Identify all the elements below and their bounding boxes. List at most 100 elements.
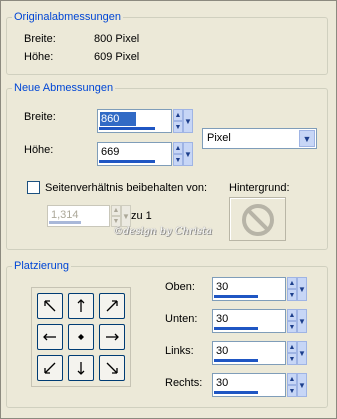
left-dropdown-button[interactable]: ▼ (297, 341, 307, 365)
arrow-down-icon: ▼ (112, 218, 120, 225)
bottom-down-button[interactable]: ▼ (287, 321, 297, 333)
left-up-button[interactable]: ▲ (287, 341, 297, 353)
chevron-down-icon: ▼ (184, 116, 192, 126)
aspect-ratio-up-button[interactable]: ▲ (111, 205, 121, 216)
center-dot-icon (78, 334, 84, 340)
chevron-down-icon: ▼ (298, 316, 306, 326)
right-dropdown-button[interactable]: ▼ (297, 373, 307, 397)
right-label: Rechts: (165, 377, 203, 389)
left-spinner[interactable]: ▲ ▼ ▼ (212, 341, 307, 365)
original-dimensions-group: Originalabmessungen Breite: 800 Pixel Hö… (6, 10, 328, 75)
canvas-size-dialog: Originalabmessungen Breite: 800 Pixel Hö… (0, 0, 337, 419)
new-width-slider[interactable] (99, 127, 155, 130)
anchor-top-button[interactable] (68, 293, 94, 319)
arrow-down-icon: ▼ (174, 156, 182, 164)
right-spinner[interactable]: ▲ ▼ ▼ (212, 373, 307, 397)
arrow-right-icon (106, 333, 119, 341)
anchor-left-button[interactable] (37, 324, 63, 350)
new-width-down-button[interactable]: ▼ (173, 121, 183, 133)
left-down-button[interactable]: ▼ (287, 353, 297, 365)
anchor-bottom-right-button[interactable] (99, 355, 125, 381)
left-slider[interactable] (214, 359, 258, 362)
bottom-slider[interactable] (214, 327, 258, 330)
arrow-up-icon: ▲ (288, 343, 296, 351)
original-height-value: 609 Pixel (94, 51, 140, 63)
new-width-label: Breite: (24, 111, 56, 123)
anchor-bottom-left-button[interactable] (37, 355, 63, 381)
right-slider[interactable] (214, 391, 258, 394)
bottom-field[interactable] (212, 309, 286, 333)
unit-select-value: Pixel (207, 132, 231, 144)
new-width-spinner[interactable]: ▲ ▼ ▼ (97, 109, 193, 133)
watermark: ©design by Christa (113, 226, 213, 237)
placement-legend: Platzierung (12, 259, 72, 273)
no-color-icon (242, 204, 274, 236)
right-input[interactable] (215, 376, 283, 390)
arrow-up-icon: ▲ (288, 279, 296, 287)
anchor-right-button[interactable] (99, 324, 125, 350)
right-field[interactable] (212, 373, 286, 397)
arrow-down-icon: ▼ (174, 123, 182, 131)
bottom-input[interactable] (215, 312, 283, 326)
arrow-down-icon: ▼ (288, 291, 296, 299)
chevron-down-icon: ▼ (122, 211, 130, 221)
new-width-input[interactable] (100, 112, 136, 126)
new-dimensions-group: Neue Abmessungen Breite: ▲ ▼ ▼ Pixel ▼ H… (6, 81, 328, 250)
new-width-field[interactable] (97, 109, 172, 133)
new-height-input[interactable] (100, 145, 169, 159)
top-slider[interactable] (214, 295, 258, 298)
new-height-dropdown-button[interactable]: ▼ (183, 142, 193, 166)
unit-select[interactable]: Pixel ▼ (202, 128, 317, 149)
top-up-button[interactable]: ▲ (287, 277, 297, 289)
aspect-ratio-input[interactable] (50, 208, 107, 222)
new-width-up-button[interactable]: ▲ (173, 109, 183, 121)
chevron-down-icon: ▼ (298, 284, 306, 294)
aspect-ratio-spinner[interactable]: ▲ ▼ ▼ (47, 205, 131, 227)
original-width-label: Breite: (24, 33, 56, 45)
unit-select-dropdown-button[interactable]: ▼ (299, 130, 315, 147)
new-height-up-button[interactable]: ▲ (173, 142, 183, 154)
arrow-up-icon: ▲ (112, 207, 120, 214)
arrow-down-right-icon (106, 362, 118, 374)
aspect-ratio-checkbox-label[interactable]: Seitenverhältnis beibehalten von: (45, 181, 207, 195)
aspect-ratio-checkbox[interactable] (27, 181, 40, 194)
background-color-swatch[interactable] (229, 197, 286, 241)
left-label: Links: (165, 345, 194, 357)
bottom-up-button[interactable]: ▲ (287, 309, 297, 321)
aspect-ratio-slider[interactable] (49, 221, 81, 224)
left-input[interactable] (215, 344, 283, 358)
bottom-spinner[interactable]: ▲ ▼ ▼ (212, 309, 307, 333)
arrow-up-icon: ▲ (174, 111, 182, 119)
new-height-label: Höhe: (24, 144, 54, 156)
new-width-dropdown-button[interactable]: ▼ (183, 109, 193, 133)
new-height-slider[interactable] (99, 160, 155, 163)
top-input[interactable] (215, 280, 283, 294)
arrow-up-icon: ▲ (288, 311, 296, 319)
anchor-center-button[interactable] (68, 324, 94, 350)
original-width-value: 800 Pixel (94, 33, 140, 45)
new-height-down-button[interactable]: ▼ (173, 154, 183, 166)
arrow-left-icon (43, 333, 56, 341)
new-height-spinner[interactable]: ▲ ▼ ▼ (97, 142, 193, 166)
right-down-button[interactable]: ▼ (287, 385, 297, 397)
arrow-down-icon: ▼ (288, 323, 296, 331)
bottom-dropdown-button[interactable]: ▼ (297, 309, 307, 333)
arrow-up-right-icon (106, 300, 118, 312)
top-field[interactable] (212, 277, 286, 301)
anchor-bottom-button[interactable] (68, 355, 94, 381)
anchor-top-right-button[interactable] (99, 293, 125, 319)
top-down-button[interactable]: ▼ (287, 289, 297, 301)
top-dropdown-button[interactable]: ▼ (297, 277, 307, 301)
background-label: Hintergrund: (229, 182, 290, 194)
left-field[interactable] (212, 341, 286, 365)
new-height-field[interactable] (97, 142, 172, 166)
aspect-ratio-dropdown-button[interactable]: ▼ (121, 205, 131, 227)
aspect-ratio-field[interactable] (47, 205, 110, 227)
anchor-grid (31, 287, 131, 387)
anchor-top-left-button[interactable] (37, 293, 63, 319)
top-spinner[interactable]: ▲ ▼ ▼ (212, 277, 307, 301)
right-up-button[interactable]: ▲ (287, 373, 297, 385)
arrow-down-icon: ▼ (288, 387, 296, 395)
arrow-down-icon (77, 362, 85, 375)
bottom-label: Unten: (165, 313, 198, 325)
